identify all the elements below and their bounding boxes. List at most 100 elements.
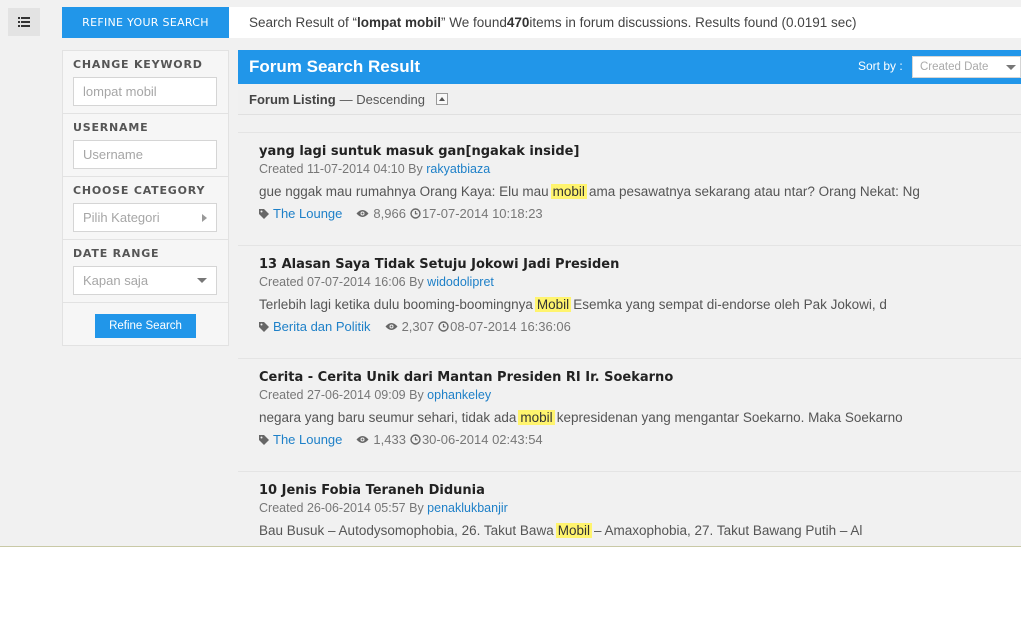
page-viewport: REFINE YOUR SEARCH Search Result of “lom… xyxy=(0,0,1021,546)
date-range-filter: DATE RANGE Kapan saja xyxy=(63,240,228,303)
tag-icon xyxy=(259,321,269,332)
summary-prefix: Search Result of “ xyxy=(249,15,358,30)
snippet-before: gue nggak mau rumahnya Orang Kaya: Elu m… xyxy=(259,184,549,199)
results-title: Forum Search Result xyxy=(249,57,420,76)
snippet-after: kepresidenan yang mengantar Soekarno. Ma… xyxy=(556,410,903,425)
keyword-filter: CHANGE KEYWORD lompat mobil xyxy=(63,51,228,114)
refine-search-tab[interactable]: REFINE YOUR SEARCH xyxy=(62,7,229,38)
created-text: Created 26-06-2014 05:57 By xyxy=(259,501,428,515)
keyword-highlight: Mobil xyxy=(555,523,592,538)
eye-icon xyxy=(385,323,398,330)
date-range-value: Kapan saja xyxy=(83,273,149,288)
sort-select[interactable]: Created Date xyxy=(912,56,1021,78)
last-updated: 30-06-2014 02:43:54 xyxy=(410,432,543,447)
created-text: Created 27-06-2014 09:09 By xyxy=(259,388,428,402)
username-filter: USERNAME Username xyxy=(63,114,228,177)
view-count-value: 8,966 xyxy=(373,206,406,221)
author-link[interactable]: rakyatbiaza xyxy=(426,162,490,176)
result-snippet: negara yang baru seumur sehari, tidak ad… xyxy=(259,410,1021,425)
viewport-border xyxy=(0,546,1021,547)
date-range-label: DATE RANGE xyxy=(73,247,160,260)
chevron-up-icon xyxy=(438,97,445,101)
category-link[interactable]: The Lounge xyxy=(273,432,342,447)
category-filter: CHOOSE CATEGORY Pilih Kategori xyxy=(63,177,228,240)
sort-label: Sort by : xyxy=(858,59,903,73)
view-count-value: 2,307 xyxy=(401,319,435,334)
snippet-after: ama pesawatnya sekarang atau ntar? Orang… xyxy=(588,184,920,199)
summary-middle: ” We found xyxy=(441,15,507,30)
view-count-value: 1,433 xyxy=(373,432,406,447)
result-footer: The Lounge 8,966 17-07-2014 10:18:23 xyxy=(259,206,1021,221)
created-text: Created 07-07-2014 16:06 By xyxy=(259,275,428,289)
view-count: 2,307 xyxy=(385,319,435,334)
category-link[interactable]: Berita dan Politik xyxy=(273,319,371,334)
category-link[interactable]: The Lounge xyxy=(273,206,342,221)
keyword-label: CHANGE KEYWORD xyxy=(73,58,203,71)
result-meta: Created 27-06-2014 09:09 By ophankeley xyxy=(259,388,1021,402)
eye-icon xyxy=(356,210,369,217)
list-icon xyxy=(18,17,30,27)
last-updated-value: 08-07-2014 16:36:06 xyxy=(450,319,571,334)
snippet-after: Esemka yang sempat di-endorse oleh Pak J… xyxy=(573,297,887,312)
result-item: 10 Jenis Fobia Teraneh Didunia Created 2… xyxy=(238,472,1021,546)
refine-search-button[interactable]: Refine Search xyxy=(95,314,196,338)
result-title[interactable]: yang lagi suntuk masuk gan[ngakak inside… xyxy=(259,144,1021,159)
chevron-down-icon xyxy=(1006,64,1016,70)
username-placeholder: Username xyxy=(83,147,143,162)
search-summary: Search Result of “lompat mobil” We found… xyxy=(229,7,1021,38)
chevron-right-icon xyxy=(202,213,207,222)
summary-count: 470 xyxy=(506,15,530,30)
result-item: yang lagi suntuk masuk gan[ngakak inside… xyxy=(238,133,1021,246)
keyword-highlight: mobil xyxy=(518,410,555,425)
result-meta: Created 11-07-2014 04:10 By rakyatbiaza xyxy=(259,162,1021,176)
listing-label: Forum Listing xyxy=(249,91,336,107)
author-link[interactable]: ophankeley xyxy=(427,388,491,402)
created-text: Created 11-07-2014 04:10 By xyxy=(259,162,427,176)
eye-icon xyxy=(356,436,369,443)
username-label: USERNAME xyxy=(73,121,149,134)
result-meta: Created 26-06-2014 05:57 By penaklukbanj… xyxy=(259,501,1021,515)
list-spacer xyxy=(238,115,1021,133)
last-updated-value: 17-07-2014 10:18:23 xyxy=(421,206,543,221)
category-label: CHOOSE CATEGORY xyxy=(73,184,206,197)
clock-icon xyxy=(410,208,421,219)
category-select[interactable]: Pilih Kategori xyxy=(73,203,217,232)
sidebar-toggle-button[interactable] xyxy=(8,8,40,36)
result-snippet: Terlebih lagi ketika dulu booming-boomin… xyxy=(259,297,1021,312)
sort-value: Created Date xyxy=(920,61,989,73)
summary-keyword: lompat mobil xyxy=(357,15,442,30)
results-header: Forum Search Result Sort by : Created Da… xyxy=(238,50,1021,84)
result-title[interactable]: Cerita - Cerita Unik dari Mantan Preside… xyxy=(259,370,1021,385)
listing-order: — Descending xyxy=(339,91,425,107)
keyword-value: lompat mobil xyxy=(83,84,157,99)
result-footer: Berita dan Politik 2,307 08-07-2014 16:3… xyxy=(259,319,1021,334)
chevron-down-icon xyxy=(197,278,207,283)
keyword-input[interactable]: lompat mobil xyxy=(73,77,217,106)
date-range-select[interactable]: Kapan saja xyxy=(73,266,217,295)
result-meta: Created 07-07-2014 16:06 By widodolipret xyxy=(259,275,1021,289)
last-updated: 08-07-2014 16:36:06 xyxy=(438,319,571,334)
clock-icon xyxy=(438,321,449,332)
tag-icon xyxy=(259,208,269,219)
result-title[interactable]: 13 Alasan Saya Tidak Setuju Jokowi Jadi … xyxy=(259,257,1021,272)
keyword-highlight: Mobil xyxy=(534,297,572,312)
result-snippet: Bau Busuk – Autodysomophobia, 26. Takut … xyxy=(259,523,1021,538)
results-list: yang lagi suntuk masuk gan[ngakak inside… xyxy=(238,133,1021,546)
result-title[interactable]: 10 Jenis Fobia Teraneh Didunia xyxy=(259,483,1021,498)
snippet-before: negara yang baru seumur sehari, tidak ad… xyxy=(259,410,517,425)
refine-button-wrap: Refine Search xyxy=(63,303,228,349)
author-link[interactable]: widodolipret xyxy=(427,275,494,289)
summary-suffix: items in forum discussions. Results foun… xyxy=(529,15,857,30)
result-snippet: gue nggak mau rumahnya Orang Kaya: Elu m… xyxy=(259,184,1021,199)
username-input[interactable]: Username xyxy=(73,140,217,169)
snippet-after: – Amaxophobia, 27. Takut Bawang Putih – … xyxy=(593,523,863,538)
author-link[interactable]: penaklukbanjir xyxy=(427,501,508,515)
listing-bar: Forum Listing — Descending xyxy=(238,84,1021,115)
last-updated-value: 30-06-2014 02:43:54 xyxy=(421,432,543,447)
result-footer: The Lounge 1,433 30-06-2014 02:43:54 xyxy=(259,432,1021,447)
sort-order-toggle[interactable] xyxy=(435,93,448,105)
tag-icon xyxy=(259,434,269,445)
clock-icon xyxy=(410,434,421,445)
results-panel: Forum Search Result Sort by : Created Da… xyxy=(238,50,1021,546)
snippet-before: Terlebih lagi ketika dulu booming-boomin… xyxy=(259,297,533,312)
